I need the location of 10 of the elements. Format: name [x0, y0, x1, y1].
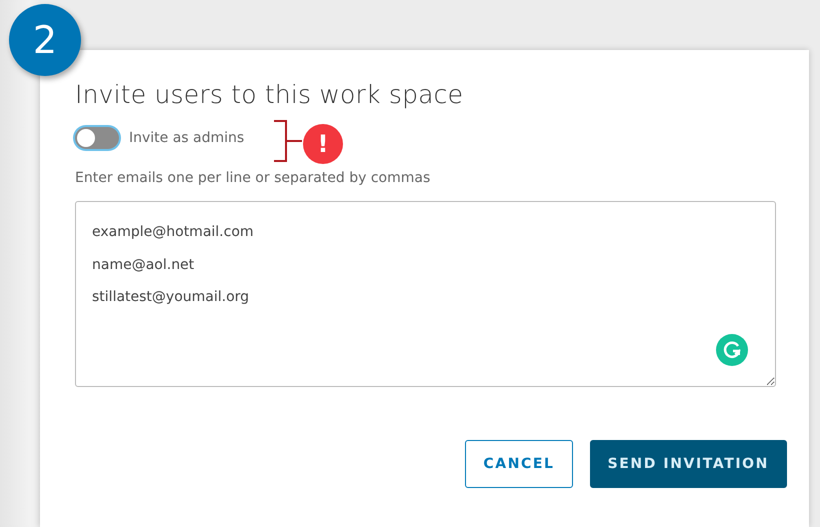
toggle-label: Invite as admins [129, 130, 244, 146]
dialog-title: Invite users to this work space [75, 80, 464, 109]
grammar-check-icon[interactable] [716, 334, 748, 366]
send-invitation-button[interactable]: SEND INVITATION [590, 440, 787, 488]
bracket-marker [274, 120, 302, 162]
email-field[interactable]: example@hotmail.com name@aol.net stillatest@youmail.org [75, 201, 776, 387]
step-badge: 2 [9, 4, 81, 76]
toggle-switch[interactable] [75, 127, 119, 149]
cancel-button[interactable]: CANCEL [465, 440, 573, 488]
hint-text: Enter emails one per line or separated by commas [75, 170, 432, 186]
